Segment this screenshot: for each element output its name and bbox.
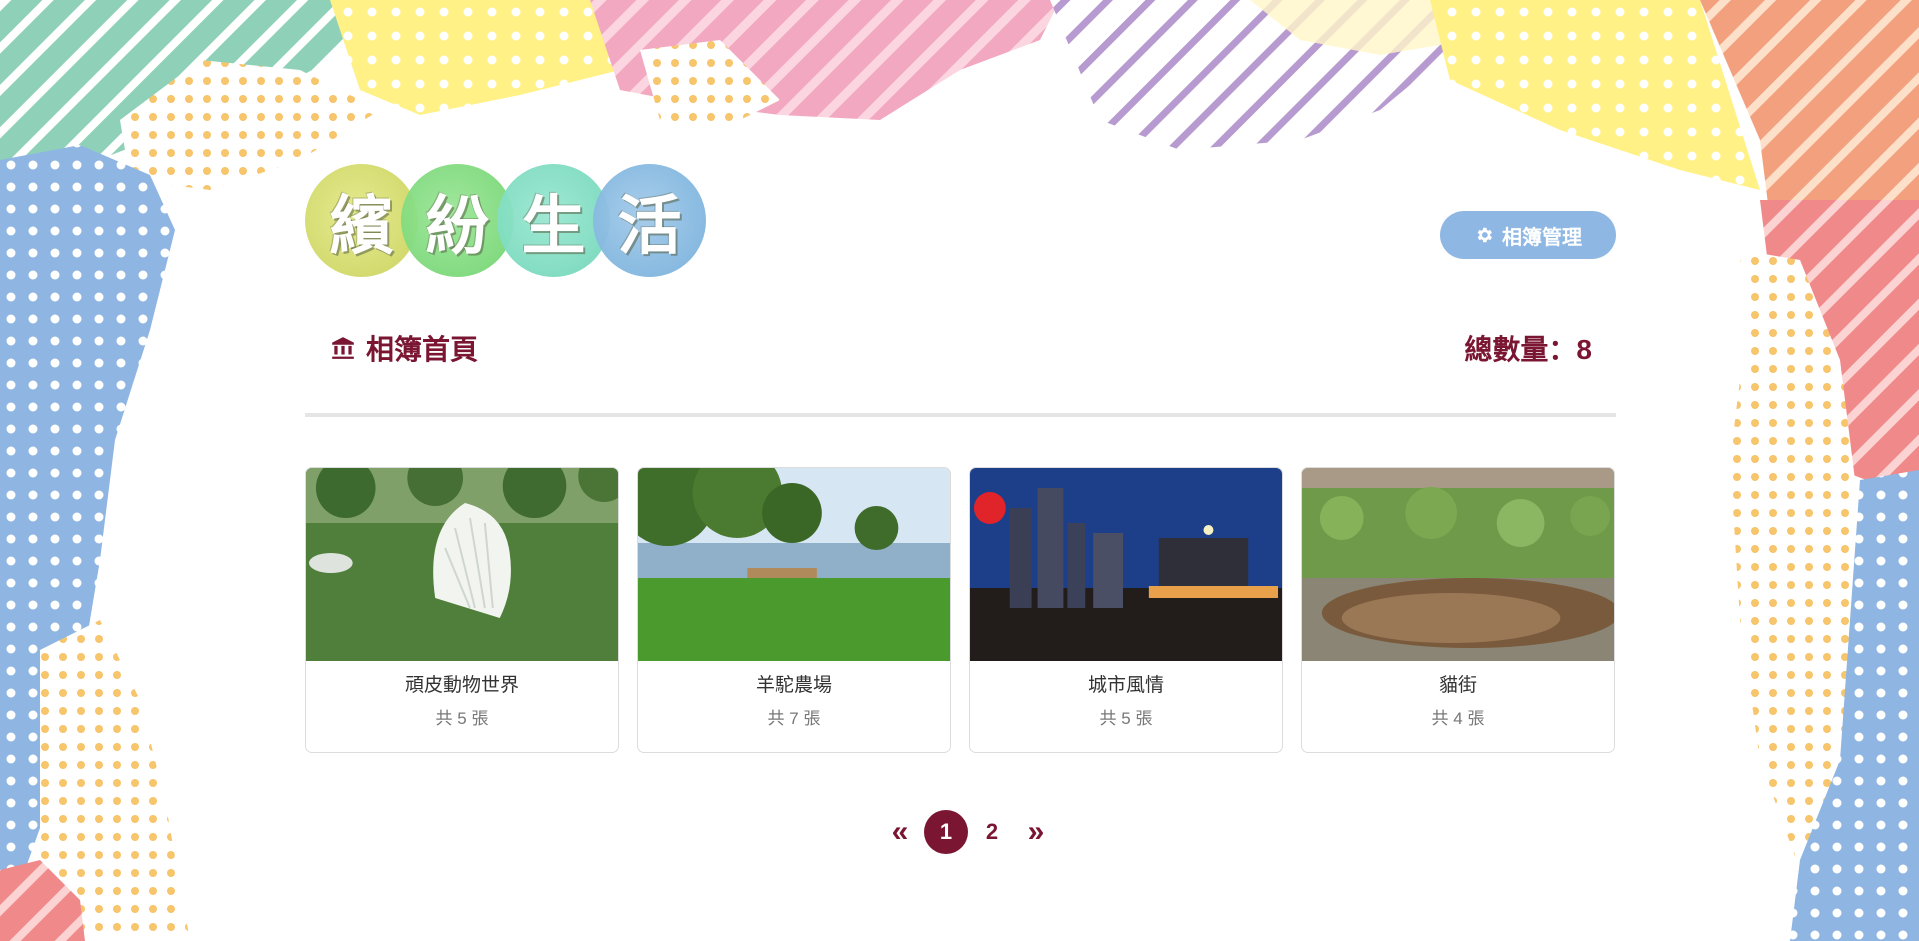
bank-icon (332, 337, 354, 359)
divider (305, 413, 1616, 417)
album-thumbnail-peacock (306, 468, 618, 661)
pagination-page-1[interactable]: 1 (924, 810, 968, 854)
album-title: 羊駝農場 (755, 675, 832, 696)
album-card[interactable]: 貓街 共 4 張 (1301, 467, 1615, 753)
album-thumbnail-farm (638, 468, 950, 661)
total-count: 總數量：8 (1464, 334, 1592, 365)
page-content: 繽 紛 生 活 相簿管理 相簿首頁 總數量：8 頑皮動物世界 共 5 張 羊駝農… (305, 0, 1616, 941)
album-title: 貓街 (1438, 675, 1477, 696)
pagination: « 1 2 » (880, 810, 1056, 854)
album-count: 共 4 張 (1431, 709, 1485, 728)
pagination-next[interactable]: » (1016, 810, 1056, 854)
pagination-page-2[interactable]: 2 (972, 810, 1012, 854)
pagination-prev[interactable]: « (880, 810, 920, 854)
album-thumbnail-cat (1302, 468, 1614, 661)
breadcrumb-label: 相簿首頁 (366, 334, 479, 365)
album-thumbnail-city (970, 468, 1282, 661)
album-count: 共 7 張 (767, 709, 821, 728)
album-count: 共 5 張 (1099, 709, 1153, 728)
album-title: 城市風情 (1087, 675, 1164, 696)
gear-icon (1477, 227, 1492, 243)
logo-char-4: 活 (593, 164, 706, 277)
album-card[interactable]: 羊駝農場 共 7 張 (637, 467, 951, 753)
breadcrumb-home[interactable]: 相簿首頁 (330, 328, 478, 368)
site-logo[interactable]: 繽 紛 生 活 (305, 164, 706, 280)
album-manage-button[interactable]: 相簿管理 (1440, 211, 1616, 259)
album-grid: 頑皮動物世界 共 5 張 羊駝農場 共 7 張 城市風情 共 5 張 貓街 共 … (305, 467, 1616, 753)
album-title: 頑皮動物世界 (404, 675, 519, 696)
album-manage-label: 相簿管理 (1502, 226, 1582, 249)
album-card[interactable]: 頑皮動物世界 共 5 張 (305, 467, 619, 753)
album-count: 共 5 張 (435, 709, 489, 728)
album-card[interactable]: 城市風情 共 5 張 (969, 467, 1283, 753)
